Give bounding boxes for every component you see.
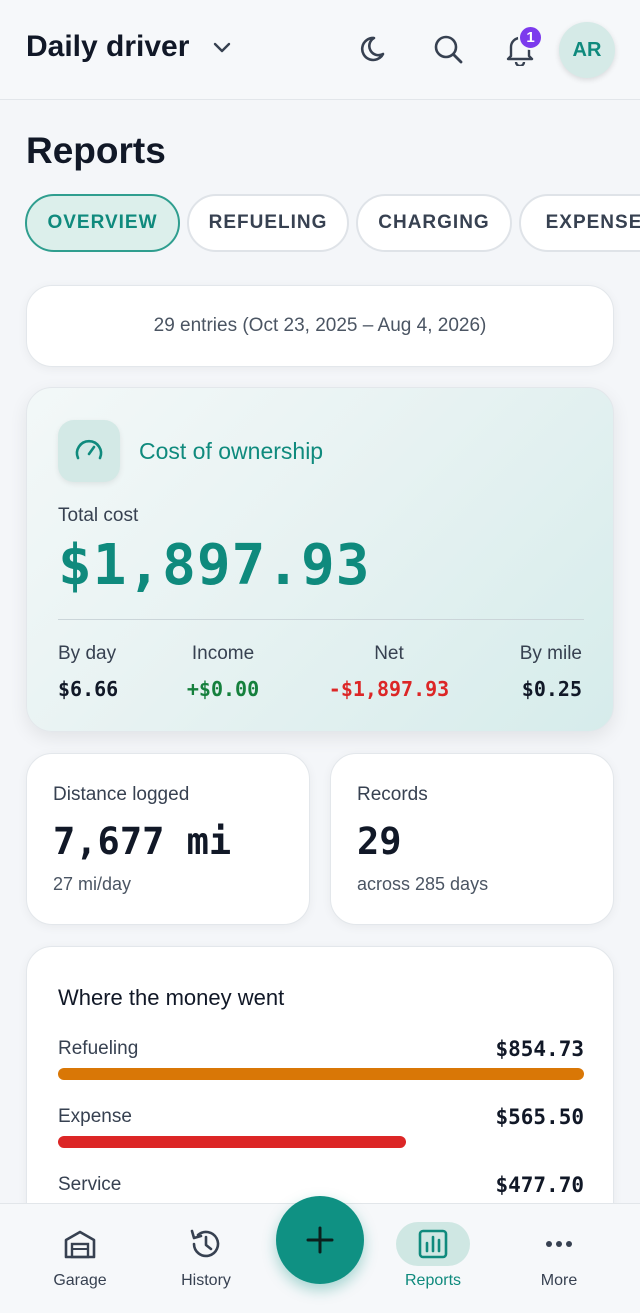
stat-value: $0.25 bbox=[521, 677, 582, 701]
nav-more[interactable]: More bbox=[504, 1204, 614, 1313]
vehicle-name: Daily driver bbox=[26, 30, 190, 63]
money-label: Expense bbox=[58, 1106, 132, 1127]
cost-icon-tile bbox=[58, 420, 120, 482]
money-value: $477.70 bbox=[495, 1173, 584, 1197]
chevron-down-icon bbox=[214, 42, 231, 53]
stat-income: Income +$0.00 bbox=[173, 643, 273, 701]
distance-sub: 27 mi/day bbox=[53, 874, 132, 894]
date-range-text: 29 entries (Oct 23, 2025 – Aug 4, 2026) bbox=[153, 315, 487, 336]
search-icon[interactable] bbox=[431, 32, 465, 66]
page-title: Reports bbox=[26, 130, 166, 171]
total-cost-value: $1,897.93 bbox=[58, 533, 371, 598]
date-range-card[interactable]: 29 entries (Oct 23, 2025 – Aug 4, 2026) bbox=[26, 285, 614, 367]
more-icon bbox=[546, 1241, 572, 1247]
divider bbox=[58, 619, 584, 620]
nav-label: Garage bbox=[53, 1272, 107, 1289]
records-sub: across 285 days bbox=[357, 874, 489, 894]
money-label: Service bbox=[58, 1174, 122, 1195]
stat-label: Net bbox=[374, 643, 404, 664]
stat-label: By mile bbox=[519, 643, 582, 664]
distance-value: 7,677 mi bbox=[53, 820, 232, 863]
nav-history[interactable]: History bbox=[151, 1204, 261, 1313]
garage-icon bbox=[64, 1230, 96, 1259]
avatar[interactable]: AR bbox=[559, 22, 615, 78]
stat-value: $6.66 bbox=[58, 677, 119, 701]
records-card: Records 29 across 285 days bbox=[330, 753, 614, 925]
stat-label: By day bbox=[58, 643, 117, 664]
money-title: Where the money went bbox=[58, 985, 285, 1010]
nav-label: Reports bbox=[404, 1272, 462, 1289]
bar-track bbox=[58, 1068, 584, 1080]
money-label: Refueling bbox=[58, 1038, 139, 1059]
money-value: $854.73 bbox=[495, 1037, 584, 1061]
expense-bar bbox=[58, 1136, 407, 1148]
tab-expense[interactable]: EXPENSE bbox=[519, 194, 640, 252]
records-value: 29 bbox=[357, 820, 402, 863]
stat-value: +$0.00 bbox=[186, 677, 260, 701]
report-tabs: OVERVIEW REFUELING CHARGING EXPENSE bbox=[0, 194, 640, 254]
reports-icon bbox=[418, 1229, 448, 1259]
app-header: Daily driver 1 AR bbox=[0, 0, 640, 100]
stat-by-mile: By mile $0.25 bbox=[520, 643, 582, 701]
tab-refueling[interactable]: REFUELING bbox=[187, 194, 349, 252]
refueling-bar bbox=[58, 1068, 584, 1080]
stat-net: Net -$1,897.93 bbox=[309, 643, 469, 701]
nav-garage[interactable]: Garage bbox=[25, 1204, 135, 1313]
nav-label: More bbox=[540, 1272, 578, 1289]
total-cost-label: Total cost bbox=[58, 505, 139, 526]
plus-icon bbox=[306, 1226, 334, 1254]
tab-overview[interactable]: OVERVIEW bbox=[25, 194, 180, 252]
distance-card: Distance logged 7,677 mi 27 mi/day bbox=[26, 753, 310, 925]
stat-by-day: By day $6.66 bbox=[58, 643, 118, 701]
cost-of-ownership-card: Cost of ownership Total cost $1,897.93 B… bbox=[26, 387, 614, 732]
add-entry-button[interactable] bbox=[276, 1196, 364, 1284]
distance-label: Distance logged bbox=[53, 784, 190, 805]
nav-label: History bbox=[181, 1272, 231, 1289]
dark-mode-icon[interactable] bbox=[359, 32, 393, 66]
stat-value: -$1,897.93 bbox=[328, 677, 450, 701]
vehicle-selector[interactable]: Daily driver bbox=[26, 30, 231, 64]
stat-label: Income bbox=[191, 643, 255, 664]
notification-badge: 1 bbox=[518, 25, 543, 50]
money-value: $565.50 bbox=[495, 1105, 584, 1129]
cost-title: Cost of ownership bbox=[139, 438, 324, 464]
records-label: Records bbox=[357, 784, 428, 805]
history-icon bbox=[190, 1229, 220, 1258]
nav-reports[interactable]: Reports bbox=[378, 1204, 488, 1313]
tab-charging[interactable]: CHARGING bbox=[356, 194, 512, 252]
speedometer-icon bbox=[75, 439, 103, 460]
bar-track bbox=[58, 1136, 584, 1148]
